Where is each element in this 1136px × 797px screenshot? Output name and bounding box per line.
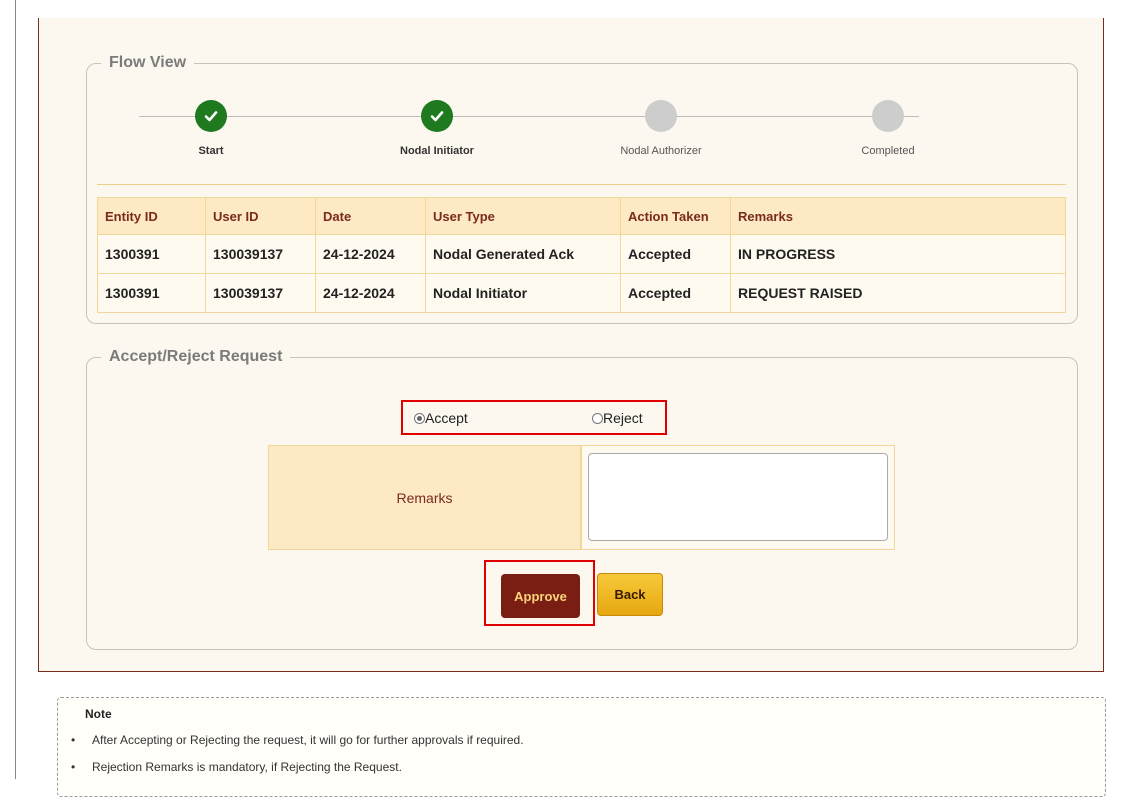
table-cell: Accepted [620, 273, 731, 313]
step-nodal-authorizer: Nodal Authorizer [586, 100, 736, 157]
accept-radio[interactable] [414, 412, 425, 424]
flow-history-table: Entity ID User ID Date User Type Action … [97, 197, 1066, 313]
flow-separator [97, 184, 1066, 185]
back-button[interactable]: Back [597, 573, 663, 616]
main-panel: Flow View Start Nodal Initiator Nodal Au… [38, 18, 1104, 672]
remarks-textarea[interactable] [588, 453, 888, 541]
approve-highlight-box: Approve [484, 560, 595, 626]
remarks-cell [581, 445, 895, 550]
flow-view-legend: Flow View [109, 54, 187, 71]
reject-radio[interactable] [592, 412, 603, 424]
column-header: Entity ID [97, 197, 206, 235]
column-header: Date [315, 197, 426, 235]
table-cell: 130039137 [205, 234, 316, 274]
step-start: Start [136, 100, 286, 157]
accept-radio-label: Accept [425, 410, 468, 426]
pending-step-circle [872, 100, 904, 132]
pending-step-circle [645, 100, 677, 132]
table-cell: 1300391 [97, 273, 206, 313]
remarks-label: Remarks [268, 445, 581, 550]
column-header: User Type [425, 197, 621, 235]
table-cell: IN PROGRESS [730, 234, 1066, 274]
note-item: Rejection Remarks is mandatory, if Rejec… [58, 753, 1105, 781]
table-cell: REQUEST RAISED [730, 273, 1066, 313]
step-label: Completed [861, 145, 915, 157]
column-header: Remarks [730, 197, 1066, 235]
step-label: Nodal Authorizer [620, 145, 702, 157]
note-box: Note After Accepting or Rejecting the re… [57, 697, 1106, 797]
table-row: 1300391 130039137 24-12-2024 Nodal Initi… [97, 273, 1066, 313]
check-icon [421, 100, 453, 132]
approve-button[interactable]: Approve [501, 574, 580, 618]
table-cell: Nodal Generated Ack [425, 234, 621, 274]
table-header-row: Entity ID User ID Date User Type Action … [97, 197, 1066, 235]
accept-reject-radio-group: Accept Reject [401, 400, 667, 435]
column-header: Action Taken [620, 197, 731, 235]
reject-radio-option[interactable]: Reject [592, 410, 643, 426]
accept-radio-option[interactable]: Accept [414, 410, 468, 426]
table-cell: Accepted [620, 234, 731, 274]
note-title: Note [85, 707, 112, 721]
step-completed: Completed [813, 100, 963, 157]
page-left-border [15, 0, 16, 779]
table-cell: 130039137 [205, 273, 316, 313]
table-cell: 24-12-2024 [315, 234, 426, 274]
table-cell: Nodal Initiator [425, 273, 621, 313]
step-label: Nodal Initiator [400, 145, 474, 157]
step-nodal-initiator: Nodal Initiator [362, 100, 512, 157]
table-row: 1300391 130039137 24-12-2024 Nodal Gener… [97, 234, 1066, 274]
column-header: User ID [205, 197, 316, 235]
note-list: After Accepting or Rejecting the request… [58, 726, 1105, 781]
flow-stepper: Start Nodal Initiator Nodal Authorizer C… [39, 78, 1105, 157]
check-icon [195, 100, 227, 132]
table-cell: 1300391 [97, 234, 206, 274]
step-label: Start [198, 145, 224, 157]
reject-radio-label: Reject [603, 410, 643, 426]
note-item: After Accepting or Rejecting the request… [58, 726, 1105, 754]
table-cell: 24-12-2024 [315, 273, 426, 313]
accept-reject-legend: Accept/Reject Request [109, 348, 283, 365]
